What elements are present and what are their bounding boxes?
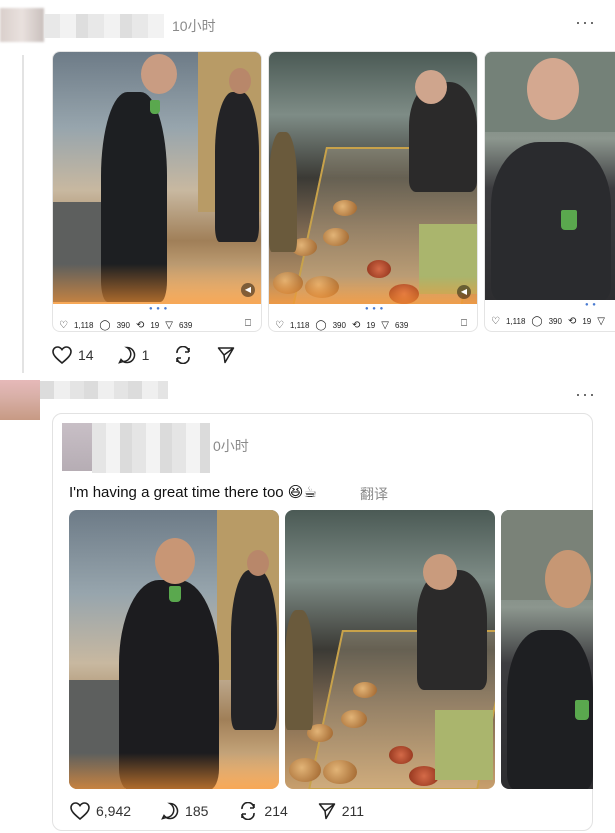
repost-icon — [176, 346, 191, 364]
post-actions: 14 1 — [52, 346, 235, 364]
reply-icon[interactable]: ◯ — [531, 316, 542, 327]
media-card-2[interactable]: ◀ ● ● ● ♡ 1,118 ◯ 390 ⟲ 19 ▽ 639 ⎕ — [268, 51, 478, 332]
reply-icon — [161, 802, 179, 820]
media-image-2[interactable]: ◀ — [269, 52, 477, 304]
quoted-author-avatar-blurred[interactable] — [62, 423, 92, 471]
post-timestamp: 10小时 — [172, 18, 216, 34]
repost-icon[interactable]: ⟲ — [352, 320, 360, 331]
translate-link[interactable]: 翻译 — [360, 484, 388, 504]
author-name-blurred[interactable] — [40, 381, 168, 399]
author-avatar-blurred[interactable] — [0, 8, 44, 42]
quoted-post-timestamp: 0小时 — [213, 438, 249, 454]
like-button[interactable]: 6,942 — [70, 802, 131, 820]
send-icon — [218, 347, 235, 364]
like-button[interactable]: 14 — [52, 346, 94, 364]
reply-icon[interactable]: ◯ — [99, 320, 110, 331]
reply-button[interactable]: 185 — [161, 802, 208, 820]
carousel-dots: ● ● ● — [149, 306, 169, 312]
media-stats-3: ♡ 1,118 ◯ 390 ⟲ 19 ▽ — [491, 316, 605, 327]
repost-button[interactable] — [173, 346, 193, 364]
heart-icon — [70, 802, 90, 820]
share-button[interactable] — [217, 346, 235, 364]
share-icon[interactable]: ▽ — [165, 320, 173, 331]
repost-button[interactable]: 214 — [238, 802, 288, 820]
share-icon[interactable]: ▽ — [597, 316, 605, 327]
carousel-dots: ● ● ● — [365, 306, 385, 312]
repost-icon[interactable]: ⟲ — [568, 316, 576, 327]
send-icon — [318, 803, 336, 820]
quoted-media-image-2[interactable] — [285, 510, 495, 789]
quoted-post-text: I'm having a great time there too 😆☕ — [69, 484, 317, 501]
quoted-media-image-3[interactable] — [501, 510, 593, 789]
media-card-1[interactable]: ◀ ● ● ● ♡ 1,118 ◯ 390 ⟲ 19 ▽ 639 ⎕ — [52, 51, 262, 332]
media-image-1[interactable]: ◀ — [53, 52, 261, 304]
quoted-author-name-blurred[interactable] — [92, 423, 210, 473]
bookmark-icon[interactable]: ⎕ — [461, 318, 467, 329]
heart-icon — [52, 346, 72, 364]
author-name-blurred[interactable] — [44, 14, 164, 38]
sound-icon[interactable]: ◀ — [457, 285, 471, 299]
reply-icon — [117, 346, 135, 364]
heart-icon[interactable]: ♡ — [491, 316, 500, 327]
share-icon[interactable]: ▽ — [381, 320, 389, 331]
repost-icon — [241, 802, 256, 820]
reply-icon[interactable]: ◯ — [315, 320, 326, 331]
heart-icon[interactable]: ♡ — [59, 320, 68, 331]
media-image-3[interactable] — [485, 52, 615, 300]
thread-line — [22, 55, 24, 373]
media-card-3[interactable]: ● ● ♡ 1,118 ◯ 390 ⟲ 19 ▽ — [484, 51, 615, 332]
post-actions: 6,942 185 214 211 — [70, 802, 394, 820]
author-avatar-blurred[interactable] — [0, 380, 40, 420]
more-options-icon[interactable]: ··· — [575, 12, 596, 33]
more-options-icon[interactable]: ··· — [575, 384, 596, 405]
media-stats-2: ♡ 1,118 ◯ 390 ⟲ 19 ▽ 639 — [275, 320, 409, 331]
media-stats-1: ♡ 1,118 ◯ 390 ⟲ 19 ▽ 639 — [59, 320, 193, 331]
sound-icon[interactable]: ◀ — [241, 283, 255, 297]
repost-icon[interactable]: ⟲ — [136, 320, 144, 331]
heart-icon[interactable]: ♡ — [275, 320, 284, 331]
share-button[interactable]: 211 — [318, 802, 364, 820]
quoted-media-image-1[interactable] — [69, 510, 279, 789]
bookmark-icon[interactable]: ⎕ — [245, 318, 251, 329]
carousel-dots: ● ● — [585, 302, 597, 308]
reply-button[interactable]: 1 — [117, 346, 149, 364]
